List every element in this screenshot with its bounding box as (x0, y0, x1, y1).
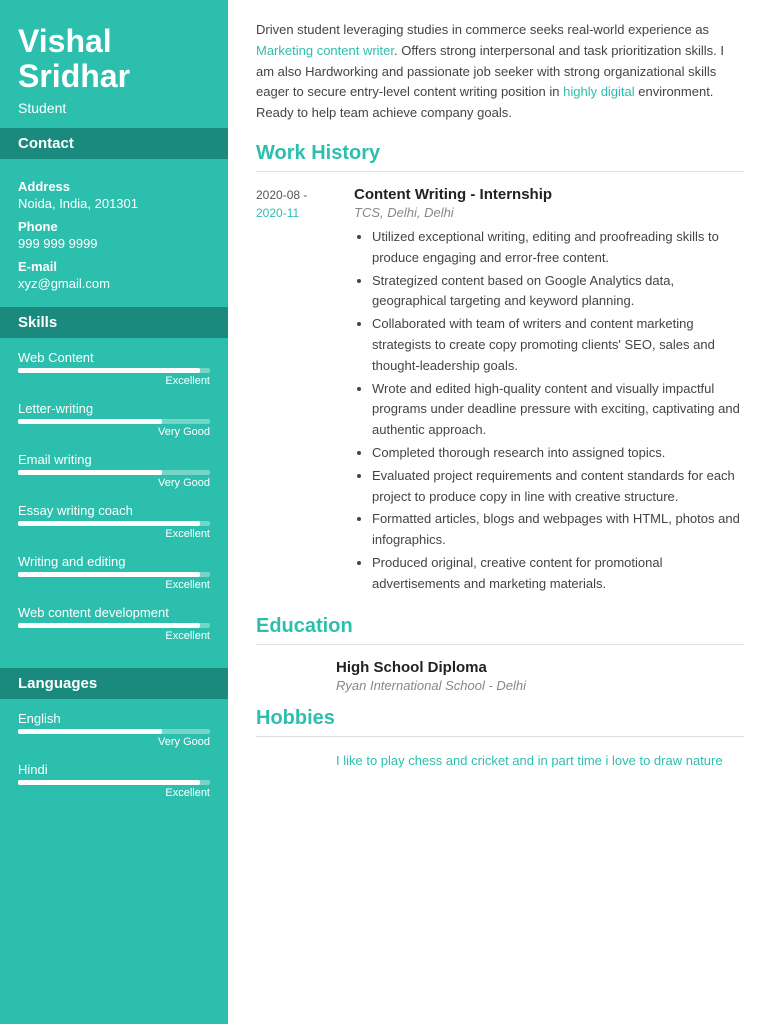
bullet-3: Wrote and edited high-quality content an… (372, 379, 744, 441)
email-value: xyz@gmail.com (18, 276, 210, 291)
work-bullets-0: Utilized exceptional writing, editing an… (354, 227, 744, 595)
skill-level-5: Excellent (18, 630, 210, 642)
skills-section-header: Skills (0, 307, 228, 338)
bullet-6: Formatted articles, blogs and webpages w… (372, 509, 744, 551)
skill-level-3: Excellent (18, 528, 210, 540)
edu-degree-0: High School Diploma (336, 659, 744, 676)
resume-container: Vishal Sridhar Student Contact Address N… (0, 0, 772, 1024)
candidate-title: Student (18, 100, 210, 116)
languages-section-content: English Very Good Hindi Excellent (0, 699, 228, 825)
skill-level-4: Excellent (18, 579, 210, 591)
skill-bar-fill-3 (18, 521, 200, 526)
address-label: Address (18, 179, 210, 194)
skill-bar-bg-2 (18, 470, 210, 475)
work-title-0: Content Writing - Internship (354, 186, 744, 203)
candidate-name: Vishal Sridhar (18, 24, 210, 94)
work-company-0: TCS, Delhi, Delhi (354, 205, 744, 220)
skill-name-0: Web Content (18, 350, 210, 365)
work-details-0: Content Writing - Internship TCS, Delhi,… (354, 186, 744, 597)
skill-level-1: Very Good (18, 426, 210, 438)
bullet-4: Completed thorough research into assigne… (372, 443, 744, 464)
work-date-end-0: 2020-11 (256, 204, 336, 222)
skill-bar-bg-3 (18, 521, 210, 526)
summary-text: Driven student leveraging studies in com… (256, 20, 744, 124)
edu-entry-0: High School Diploma Ryan International S… (256, 659, 744, 693)
skill-bar-fill-2 (18, 470, 162, 475)
phone-value: 999 999 9999 (18, 236, 210, 251)
sidebar: Vishal Sridhar Student Contact Address N… (0, 0, 228, 1024)
lang-bar-fill-1 (18, 780, 200, 785)
lang-level-1: Excellent (18, 787, 210, 799)
lang-item-1: Hindi Excellent (18, 762, 210, 799)
skill-name-1: Letter-writing (18, 401, 210, 416)
lang-name-0: English (18, 711, 210, 726)
work-divider (256, 171, 744, 172)
bullet-0: Utilized exceptional writing, editing an… (372, 227, 744, 269)
bullet-7: Produced original, creative content for … (372, 553, 744, 595)
skills-section-content: Web Content Excellent Letter-writing Ver… (0, 338, 228, 668)
skill-bar-bg-4 (18, 572, 210, 577)
work-date-start-0: 2020-08 - (256, 186, 336, 204)
skill-bar-fill-4 (18, 572, 200, 577)
bullet-1: Strategized content based on Google Anal… (372, 271, 744, 313)
contact-section-header: Contact (0, 128, 228, 159)
skill-item-4: Writing and editing Excellent (18, 554, 210, 591)
hobbies-divider (256, 736, 744, 737)
summary-link-marketing: Marketing content writer (256, 43, 394, 58)
address-value: Noida, India, 201301 (18, 196, 210, 211)
skill-item-2: Email writing Very Good (18, 452, 210, 489)
lang-bar-bg-1 (18, 780, 210, 785)
work-entry-0: 2020-08 - 2020-11 Content Writing - Inte… (256, 186, 744, 597)
skill-bar-bg-5 (18, 623, 210, 628)
skill-level-2: Very Good (18, 477, 210, 489)
hobbies-text: I like to play chess and cricket and in … (256, 751, 744, 772)
sidebar-name-block: Vishal Sridhar Student (0, 0, 228, 128)
skill-bar-bg-0 (18, 368, 210, 373)
skill-item-1: Letter-writing Very Good (18, 401, 210, 438)
work-history-title: Work History (256, 142, 744, 165)
education-title: Education (256, 615, 744, 638)
lang-bar-bg-0 (18, 729, 210, 734)
skill-name-5: Web content development (18, 605, 210, 620)
contact-section-content: Address Noida, India, 201301 Phone 999 9… (0, 159, 228, 307)
edu-school-0: Ryan International School - Delhi (336, 678, 744, 693)
skill-name-4: Writing and editing (18, 554, 210, 569)
bullet-2: Collaborated with team of writers and co… (372, 314, 744, 376)
hobbies-title: Hobbies (256, 707, 744, 730)
lang-bar-fill-0 (18, 729, 162, 734)
main-content: Driven student leveraging studies in com… (228, 0, 772, 1024)
skill-item-0: Web Content Excellent (18, 350, 210, 387)
skill-name-3: Essay writing coach (18, 503, 210, 518)
languages-section-header: Languages (0, 668, 228, 699)
skill-item-5: Web content development Excellent (18, 605, 210, 642)
lang-item-0: English Very Good (18, 711, 210, 748)
lang-name-1: Hindi (18, 762, 210, 777)
skill-item-3: Essay writing coach Excellent (18, 503, 210, 540)
skill-bar-fill-1 (18, 419, 162, 424)
skill-bar-fill-0 (18, 368, 200, 373)
phone-label: Phone (18, 219, 210, 234)
summary-highlight-digital: highly digital (563, 84, 635, 99)
work-dates-0: 2020-08 - 2020-11 (256, 186, 336, 597)
skill-bar-fill-5 (18, 623, 200, 628)
skill-name-2: Email writing (18, 452, 210, 467)
lang-level-0: Very Good (18, 736, 210, 748)
education-divider (256, 644, 744, 645)
email-label: E-mail (18, 259, 210, 274)
skill-bar-bg-1 (18, 419, 210, 424)
skill-level-0: Excellent (18, 375, 210, 387)
bullet-5: Evaluated project requirements and conte… (372, 466, 744, 508)
